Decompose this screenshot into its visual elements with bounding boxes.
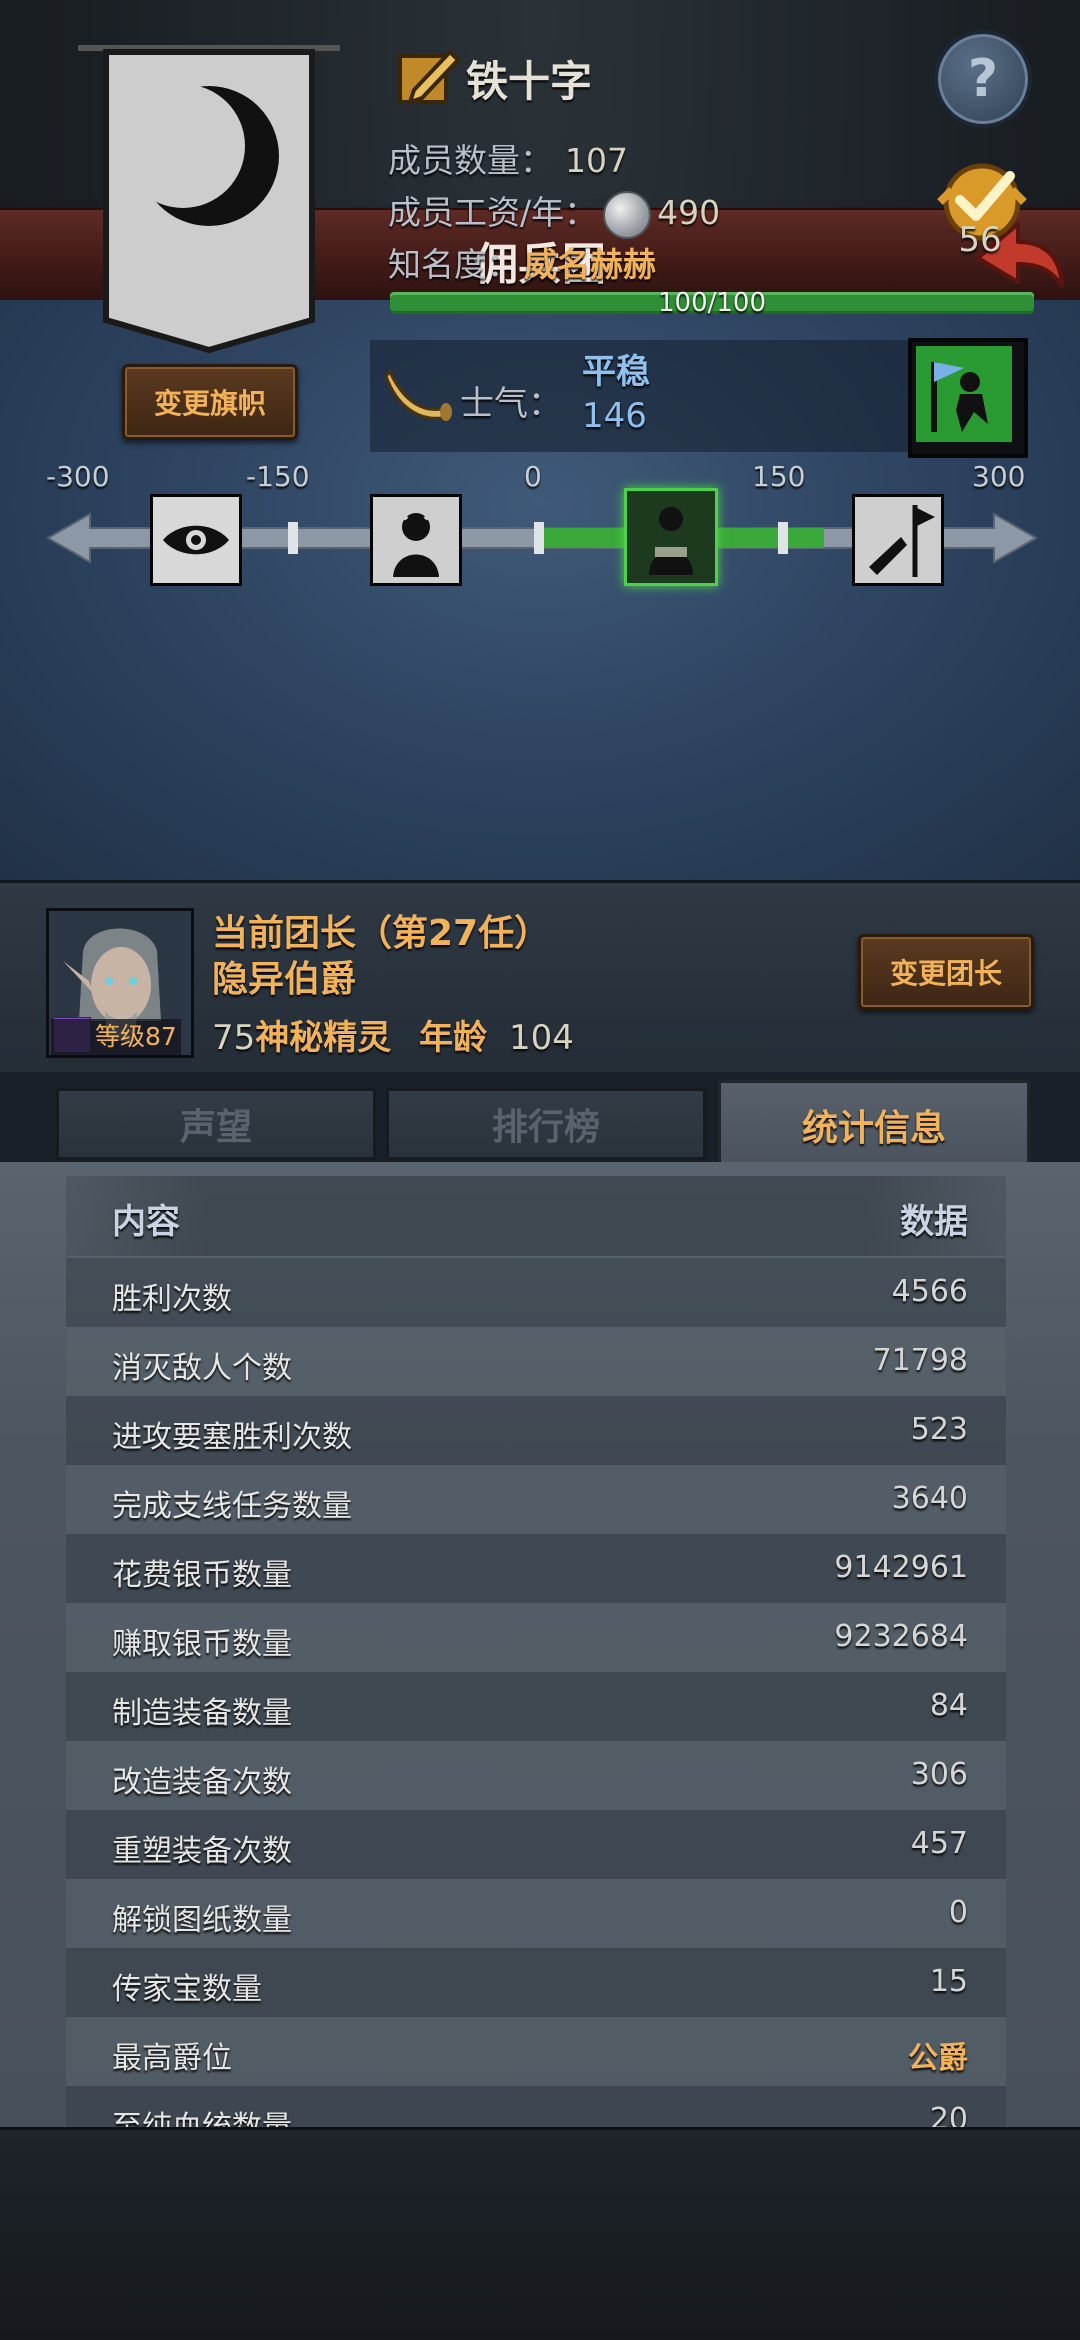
row-value: 457 xyxy=(910,1826,968,1861)
mercenary-name: 铁十字 xyxy=(466,57,593,106)
row-label: 消灭敌人个数 xyxy=(112,1351,292,1386)
row-label: 赚取银币数量 xyxy=(112,1627,292,1662)
row-value: 15 xyxy=(929,1964,968,1999)
salary-value: 490 xyxy=(657,193,721,232)
despair-figure-icon xyxy=(373,497,459,583)
table-row: 进攻要塞胜利次数 523 xyxy=(66,1396,1006,1465)
row-label: 完成支线任务数量 xyxy=(112,1489,352,1524)
morale-label: 士气： xyxy=(460,384,562,424)
salary-label: 成员工资/年： xyxy=(388,193,598,232)
leader-level: 等级87 xyxy=(51,1019,181,1055)
row-value: 公爵 xyxy=(908,2041,968,2076)
table-row: 消灭敌人个数 71798 xyxy=(66,1327,1006,1396)
row-value: 9232684 xyxy=(834,1619,968,1654)
table-row: 改造装备次数 306 xyxy=(66,1741,1006,1810)
member-count-line: 成员数量： 107 xyxy=(388,134,628,182)
leader-race: 神秘精灵 xyxy=(255,1018,392,1058)
edit-name-icon[interactable] xyxy=(396,46,462,108)
row-value: 523 xyxy=(910,1412,968,1447)
change-banner-button[interactable]: 变更旗帜 xyxy=(122,364,298,440)
row-label: 改造装备次数 xyxy=(112,1765,292,1800)
charge-flag-icon xyxy=(855,497,941,583)
table-row: 至纯血统数量 20 xyxy=(66,2086,1006,2127)
morale-scale xyxy=(44,488,1040,588)
morale-flag-skill[interactable] xyxy=(908,338,1028,458)
morale-stage-panic[interactable] xyxy=(150,494,242,586)
member-count-label: 成员数量： xyxy=(388,141,553,180)
row-label: 解锁图纸数量 xyxy=(112,1903,292,1938)
morale-stage-despair[interactable] xyxy=(370,494,462,586)
table-row: 传家宝数量 15 xyxy=(66,1948,1006,2017)
table-row: 解锁图纸数量 0 xyxy=(66,1879,1006,1948)
mercenary-banner-icon xyxy=(78,45,340,354)
calm-figure-icon xyxy=(627,491,715,583)
bottom-frame xyxy=(0,2127,1080,2340)
table-row: 赚取银币数量 9232684 xyxy=(66,1603,1006,1672)
member-count-value: 107 xyxy=(565,141,628,180)
row-label: 最高爵位 xyxy=(112,2041,232,2076)
row-value: 4566 xyxy=(891,1274,968,1309)
morale-value: 146 xyxy=(582,396,647,436)
help-button[interactable]: ? xyxy=(934,30,1032,128)
morale-stage-inspired[interactable] xyxy=(852,494,944,586)
row-value: 9142961 xyxy=(834,1550,968,1585)
row-label: 花费银币数量 xyxy=(112,1558,292,1593)
morale-stage-stable[interactable] xyxy=(624,488,718,586)
stats-scroll-list[interactable]: 胜利次数 4566 消灭敌人个数 71798 进攻要塞胜利次数 523 完成支线任务数… xyxy=(0,1162,1080,2127)
tab-leaderboard[interactable]: 排行榜 xyxy=(386,1088,706,1160)
row-label: 传家宝数量 xyxy=(112,1972,262,2007)
leader-title: 当前团长（第27任） xyxy=(212,913,551,954)
row-value: 0 xyxy=(948,1895,968,1930)
tab-reputation[interactable]: 声望 xyxy=(56,1088,376,1160)
race-level: 75 xyxy=(212,1018,256,1058)
flag-bearer-icon xyxy=(916,346,1012,442)
table-row: 花费银币数量 9142961 xyxy=(66,1534,1006,1603)
row-value: 3640 xyxy=(891,1481,968,1516)
row-value: 71798 xyxy=(872,1343,968,1378)
eye-icon xyxy=(153,497,239,583)
leader-portrait[interactable]: 等级87 xyxy=(46,908,194,1058)
fame-value: 威名赫赫 xyxy=(524,245,656,284)
row-value: 306 xyxy=(910,1757,968,1792)
morale-state: 平稳 xyxy=(582,352,650,392)
change-leader-button[interactable]: 变更团长 xyxy=(858,934,1034,1010)
row-label: 胜利次数 xyxy=(112,1282,232,1317)
silver-coin-icon xyxy=(603,190,652,239)
row-label: 进攻要塞胜利次数 xyxy=(112,1420,352,1455)
table-row: 制造装备数量 84 xyxy=(66,1672,1006,1741)
table-row: 最高爵位 公爵 xyxy=(66,2017,1006,2086)
fame-line: 知名度： 威名赫赫 xyxy=(388,238,656,286)
horn-icon xyxy=(384,369,453,421)
badge-count: 56 xyxy=(958,220,1002,260)
table-row: 重塑装备次数 457 xyxy=(66,1810,1006,1879)
fame-progress-text: 100/100 xyxy=(657,288,766,318)
row-label: 制造装备数量 xyxy=(112,1696,292,1731)
age-value: 104 xyxy=(508,1018,574,1058)
tab-statistics[interactable]: 统计信息 xyxy=(718,1080,1030,1170)
row-label: 重塑装备次数 xyxy=(112,1834,292,1869)
fame-label: 知名度： xyxy=(388,245,520,284)
salary-line: 成员工资/年： 490 xyxy=(388,186,720,239)
row-label: 至纯血统数量 xyxy=(112,2102,292,2127)
age-label: 年龄 xyxy=(419,1018,488,1058)
tab-bar: 声望 排行榜 统计信息 xyxy=(0,1072,1080,1170)
row-value: 84 xyxy=(929,1688,968,1723)
leader-meta: 75神秘精灵 年龄 104 xyxy=(212,1010,574,1059)
table-row: 胜利次数 4566 xyxy=(66,1258,1006,1327)
row-value: 20 xyxy=(929,2102,968,2127)
table-row: 完成支线任务数量 3640 xyxy=(66,1465,1006,1534)
leader-name: 隐异伯爵 xyxy=(212,959,357,1000)
